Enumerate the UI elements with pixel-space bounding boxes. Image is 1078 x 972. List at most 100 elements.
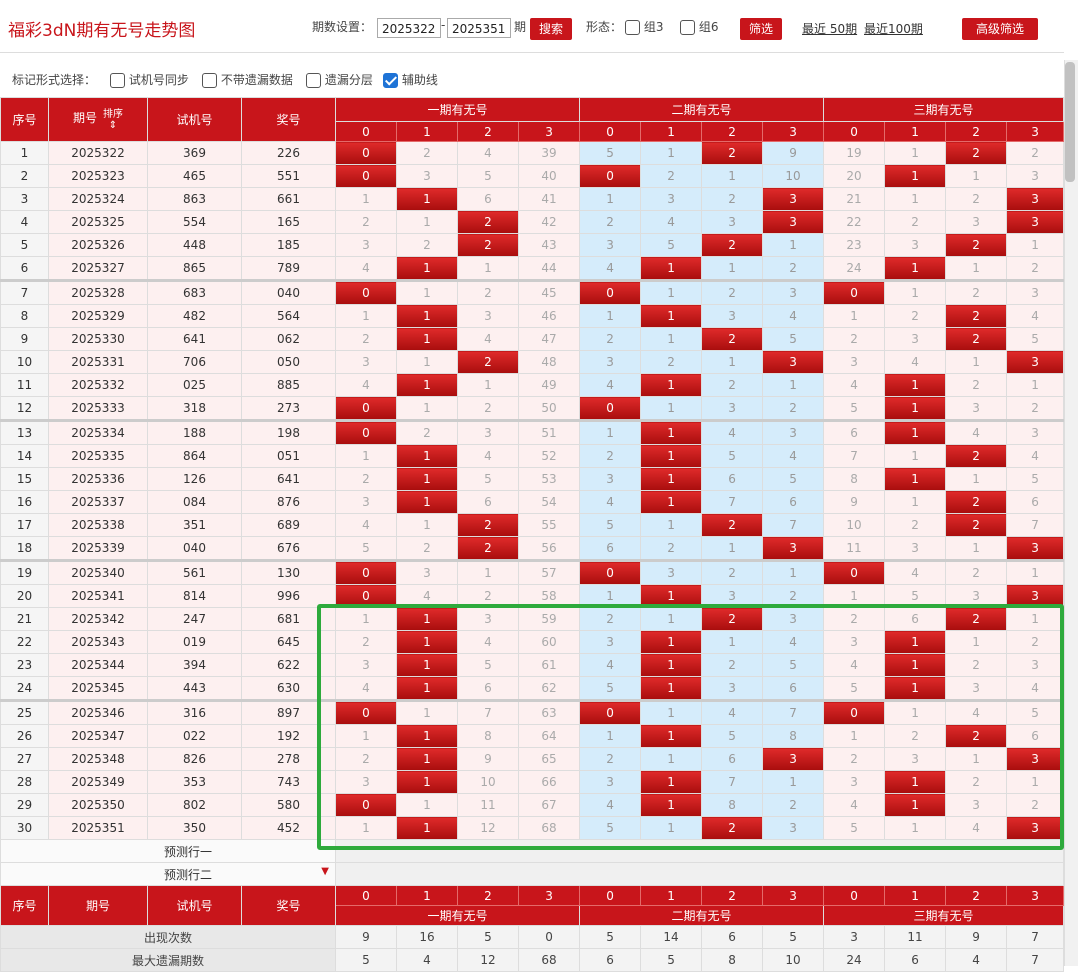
trend-table: 序号 期号 排序 ⇕ 试机号 奖号 一期有无号 二期有无号 三期有无号 012301… (0, 97, 1065, 972)
arrow-down-icon[interactable]: ▼ (321, 866, 329, 877)
header-period[interactable]: 期号 排序 ⇕ (48, 97, 148, 142)
miss-cell: 2 (823, 607, 886, 631)
miss-cell: 55 (517, 513, 581, 537)
table-row[interactable]: 17 2025338 351 689 4 1 2 55 5 1 2 7 10 2 2 7 (0, 513, 1065, 537)
miss-cell: 3 (1006, 279, 1065, 305)
cell-period: 2025347 (48, 724, 148, 748)
miss-cell: 3 (1006, 653, 1065, 677)
table-row[interactable]: 26 2025347 022 192 1 1 8 64 1 1 5 8 1 2 2 6 (0, 724, 1065, 748)
search-button[interactable]: 搜索 (530, 18, 572, 40)
header-digit: 0 (823, 121, 886, 142)
predict-row-1-cells[interactable] (334, 839, 1065, 863)
miss-cell: 1 (457, 559, 519, 585)
occurrence-count: 9 (945, 925, 1008, 949)
header-digit: 2 (701, 121, 764, 142)
no-miss-checkbox[interactable] (202, 73, 217, 88)
miss-cell: 3 (396, 164, 458, 188)
hit-cell: 0 (335, 559, 397, 585)
table-row[interactable]: 3 2025324 863 661 1 1 6 41 1 3 2 3 21 1 2 3 (0, 187, 1065, 211)
miss-cell: 1 (640, 327, 703, 351)
recent-50-link[interactable]: 最近 50期 (802, 20, 857, 37)
table-row[interactable]: 4 2025325 554 165 2 1 2 42 2 4 3 3 22 2 3 3 (0, 210, 1065, 234)
max-miss-count: 24 (823, 948, 886, 972)
hit-cell: 1 (884, 676, 947, 701)
miss-layer-option[interactable]: 遗漏分层 (306, 71, 373, 88)
table-row[interactable]: 14 2025335 864 051 1 1 4 52 2 1 5 4 7 1 2 4 (0, 444, 1065, 468)
table-row[interactable]: 25 2025346 316 897 0 1 7 63 0 1 4 7 0 1 4 5 (0, 699, 1065, 725)
miss-cell: 2 (884, 210, 947, 234)
advanced-filter-button[interactable]: 高级筛选 (962, 18, 1038, 40)
miss-cell: 7 (823, 444, 886, 468)
period-from-input[interactable]: 2025322 (377, 18, 441, 38)
table-row[interactable]: 2 2025323 465 551 0 3 5 40 0 2 1 10 20 1 1 3 (0, 164, 1065, 188)
zu3-option[interactable]: 组3 (625, 18, 663, 35)
scrollbar-thumb[interactable] (1065, 62, 1075, 182)
miss-cell: 8 (762, 724, 825, 748)
predict-row-1[interactable]: 预测行一 (0, 839, 1065, 863)
table-row[interactable]: 13 2025334 188 198 0 2 3 51 1 1 4 3 6 1 4 3 (0, 419, 1065, 445)
miss-cell: 3 (884, 747, 947, 771)
zu6-checkbox[interactable] (680, 20, 695, 35)
max-miss-label: 最大遗漏期数 (0, 948, 336, 972)
table-row[interactable]: 8 2025329 482 564 1 1 3 46 1 1 3 4 1 2 2 4 (0, 304, 1065, 328)
table-row[interactable]: 23 2025344 394 622 3 1 5 61 4 1 2 5 4 1 2 3 (0, 653, 1065, 677)
miss-cell: 1 (335, 304, 397, 328)
miss-layer-checkbox[interactable] (306, 73, 321, 88)
table-row[interactable]: 16 2025337 084 876 3 1 6 54 4 1 7 6 9 1 2 6 (0, 490, 1065, 514)
table-row[interactable]: 29 2025350 802 580 0 1 11 67 4 1 8 2 4 1 3 2 (0, 793, 1065, 817)
miss-cell: 6 (823, 419, 886, 445)
predict-row-2[interactable]: 预测行二 ▼ (0, 862, 1065, 886)
cell-seq: 29 (0, 793, 49, 817)
table-row[interactable]: 19 2025340 561 130 0 3 1 57 0 3 2 1 0 4 2 1 (0, 559, 1065, 585)
period-dash: - (441, 18, 446, 32)
hit-cell: 1 (884, 164, 947, 188)
table-row[interactable]: 9 2025330 641 062 2 1 4 47 2 1 2 5 2 3 2 5 (0, 327, 1065, 351)
hit-cell: 0 (823, 699, 886, 725)
table-row[interactable]: 22 2025343 019 645 2 1 4 60 3 1 1 4 3 1 1 2 (0, 630, 1065, 654)
cell-period: 2025338 (48, 513, 148, 537)
hit-cell: 2 (457, 210, 519, 234)
scrollbar[interactable] (1064, 60, 1078, 966)
miss-cell: 4 (823, 793, 886, 817)
filter-button[interactable]: 筛选 (740, 18, 782, 40)
miss-cell: 1 (884, 444, 947, 468)
table-row[interactable]: 27 2025348 826 278 2 1 9 65 2 1 6 3 2 3 1 3 (0, 747, 1065, 771)
table-row[interactable]: 28 2025349 353 743 3 1 10 66 3 1 7 1 3 1 2 1 (0, 770, 1065, 794)
table-row[interactable]: 10 2025331 706 050 3 1 2 48 3 2 1 3 3 4 1 3 (0, 350, 1065, 374)
miss-cell: 2 (701, 373, 764, 397)
table-row[interactable]: 6 2025327 865 789 4 1 1 44 4 1 1 2 24 1 1 2 (0, 256, 1065, 281)
trial-sync-checkbox[interactable] (110, 73, 125, 88)
sort-toggle[interactable]: 排序 ⇕ (103, 109, 123, 131)
max-miss-count: 12 (457, 948, 519, 972)
table-row[interactable]: 20 2025341 814 996 0 4 2 58 1 1 3 2 1 5 3 3 (0, 584, 1065, 608)
hit-cell: 1 (884, 630, 947, 654)
aux-line-checkbox[interactable] (383, 73, 398, 88)
table-row[interactable]: 11 2025332 025 885 4 1 1 49 4 1 2 1 4 1 2 1 (0, 373, 1065, 397)
trial-sync-option[interactable]: 试机号同步 (110, 71, 189, 88)
zu3-checkbox[interactable] (625, 20, 640, 35)
miss-cell: 5 (762, 327, 825, 351)
recent-100-link[interactable]: 最近100期 (864, 20, 923, 37)
table-row[interactable]: 15 2025336 126 641 2 1 5 53 3 1 6 5 8 1 1 5 (0, 467, 1065, 491)
miss-cell: 4 (579, 490, 642, 514)
cell-trial: 025 (147, 373, 242, 397)
header-seq: 序号 (0, 97, 49, 142)
aux-line-option[interactable]: 辅助线 (383, 71, 438, 88)
miss-cell: 8 (457, 724, 519, 748)
table-row[interactable]: 21 2025342 247 681 1 1 3 59 2 1 2 3 2 6 2 1 (0, 607, 1065, 631)
zu6-option[interactable]: 组6 (680, 18, 718, 35)
miss-cell: 1 (762, 559, 825, 585)
miss-cell: 2 (823, 327, 886, 351)
cell-seq: 13 (0, 419, 49, 445)
table-row[interactable]: 24 2025345 443 630 4 1 6 62 5 1 3 6 5 1 3 4 (0, 676, 1065, 701)
table-row[interactable]: 1 2025322 369 226 0 2 4 39 5 1 2 9 19 1 2 2 (0, 141, 1065, 165)
table-row[interactable]: 18 2025339 040 676 5 2 2 56 6 2 1 3 11 3 1 3 (0, 536, 1065, 561)
table-row[interactable]: 30 2025351 350 452 1 1 12 68 5 1 2 3 5 1 4 3 (0, 816, 1065, 840)
predict-row-2-cells[interactable] (334, 862, 1065, 886)
miss-cell: 4 (396, 584, 458, 608)
no-miss-option[interactable]: 不带遗漏数据 (202, 71, 293, 88)
table-row[interactable]: 7 2025328 683 040 0 1 2 45 0 1 2 3 0 1 2 3 (0, 279, 1065, 305)
period-to-input[interactable]: 2025351 (447, 18, 511, 38)
table-row[interactable]: 12 2025333 318 273 0 1 2 50 0 1 3 2 5 1 3 2 (0, 396, 1065, 421)
table-row[interactable]: 5 2025326 448 185 3 2 2 43 3 5 2 1 23 3 2 1 (0, 233, 1065, 257)
